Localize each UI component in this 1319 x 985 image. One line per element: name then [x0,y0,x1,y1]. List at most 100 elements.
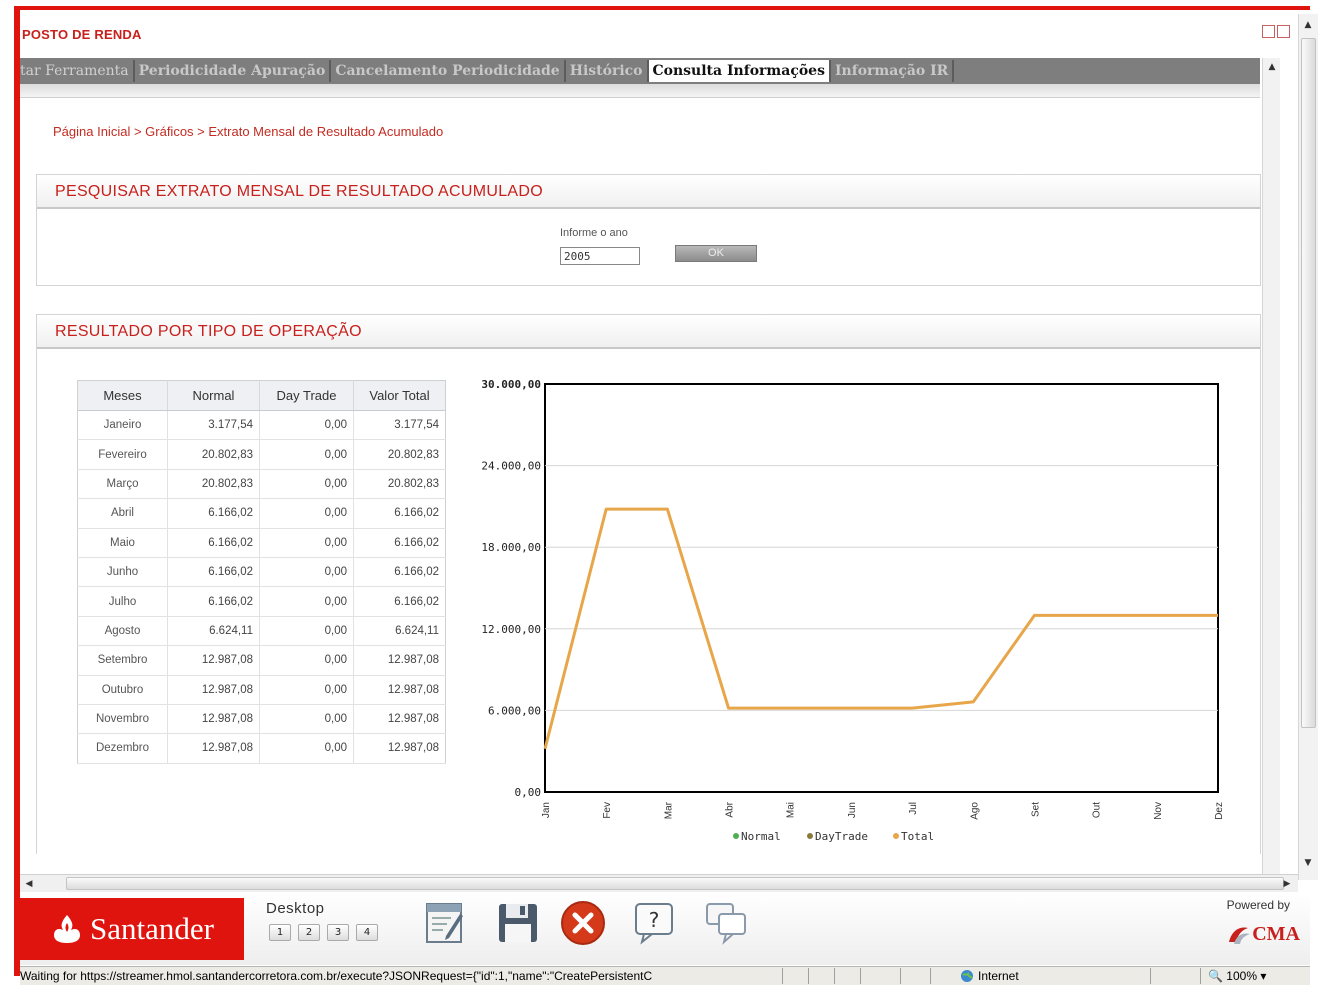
zone-label: Internet [978,969,1019,983]
status-divider [782,968,783,984]
status-bar: Waiting for https://streamer.hmol.santan… [20,966,1310,985]
tab-consulta-informacoes[interactable]: Consulta Informações [648,60,831,82]
tab-sub-band [20,84,1260,98]
table-row: Julho 6.166,02 0,00 6.166,02 [77,586,446,617]
x-tick-label: Set [1030,802,1041,817]
cma-text: CMA [1252,923,1300,945]
svg-text:?: ? [649,908,660,932]
status-divider [900,968,901,984]
value-cell: 12.987,08 [353,733,446,764]
close-icon[interactable] [560,900,606,946]
ok-button[interactable]: OK [675,245,757,262]
table-row: Novembro 12.987,08 0,00 12.987,08 [77,704,446,735]
status-text: Waiting for https://streamer.hmol.santan… [20,969,653,983]
outer-vertical-scrollbar[interactable]: ▲ ▼ [1298,14,1318,880]
column-header: Normal [167,380,260,411]
horizontal-scrollbar[interactable]: ◀ ▶ [20,874,1298,892]
app-window: POSTO DE RENDA tar Ferramenta Periodicida… [0,0,1319,985]
inner-vertical-scrollbar[interactable]: ▲ [1262,58,1280,874]
tab-bar: tar Ferramenta Periodicidade Apuração Canc… [20,58,1260,84]
table-row: Outubro 12.987,08 0,00 12.987,08 [77,675,446,705]
value-cell: 20.802,83 [167,469,260,500]
value-cell: 12.987,08 [167,704,260,735]
x-tick-label: Nov [1153,802,1164,820]
year-input[interactable] [560,247,640,265]
chevron-down-icon: ▾ [1260,969,1267,983]
value-cell: 0,00 [259,733,354,764]
title-bar: POSTO DE RENDA [20,22,1290,48]
tab-informacao-ir[interactable]: Informação IR [831,60,955,82]
value-cell: 6.624,11 [353,616,446,647]
legend-label: Total [901,830,934,843]
value-cell: 6.166,02 [353,586,446,617]
help-icon[interactable]: ? [632,900,678,946]
close-window-button[interactable] [1277,25,1290,38]
x-tick-label: Ago [969,802,980,820]
x-tick-label: Jul [908,802,919,815]
restore-button[interactable] [1262,25,1275,38]
table-row: Agosto 6.624,11 0,00 6.624,11 [77,616,446,647]
window-controls [1262,25,1290,38]
scroll-left-icon[interactable]: ◀ [22,877,36,891]
legend-marker [807,833,813,839]
y-tick-label: 0,00 [515,786,542,799]
breadcrumb[interactable]: Página Inicial > Gráficos > Extrato Mens… [53,124,443,139]
value-cell: 0,00 [259,410,354,441]
x-tick-label: Mar [663,801,674,819]
y-tick-label: 6.000,00 [488,704,541,717]
save-icon[interactable] [495,900,541,946]
value-cell: 0,00 [259,528,354,558]
scroll-thumb[interactable] [66,877,1284,890]
month-cell: Setembro [77,645,168,676]
status-divider [834,968,835,984]
santander-logo: Santander [20,898,244,960]
value-cell: 0,00 [259,469,354,500]
value-cell: 12.987,08 [167,733,260,764]
month-cell: Maio [77,528,168,558]
desktop-page-3[interactable]: 3 [327,924,349,941]
desktop-page-2[interactable]: 2 [298,924,320,941]
scroll-thumb[interactable] [1301,38,1316,728]
status-divider [860,968,861,984]
value-cell: 0,00 [259,439,354,470]
month-cell: Fevereiro [77,439,168,470]
zoom-control[interactable]: 🔍 100% ▾ [1208,969,1266,983]
table-row: Dezembro 12.987,08 0,00 12.987,08 [77,733,446,764]
status-divider [930,968,931,984]
value-cell: 12.987,08 [167,645,260,676]
table-body: Janeiro 3.177,54 0,00 3.177,54 Fevereiro 20.8… [77,410,446,764]
value-cell: 3.177,54 [167,410,260,441]
result-line-chart: 0,00 6.000,00 12.000,00 18.000,00 24.000,00 3… [481,378,1225,843]
month-cell: Abril [77,498,168,529]
table-row: Fevereiro 20.802,83 0,00 20.802,83 [77,439,446,470]
value-cell: 20.802,83 [353,439,446,470]
value-cell: 0,00 [259,675,354,705]
scroll-up-icon[interactable]: ▲ [1301,18,1315,32]
security-zone[interactable]: Internet [960,969,1019,983]
month-cell: Dezembro [77,733,168,764]
table-row: Setembro 12.987,08 0,00 12.987,08 [77,645,446,676]
tab-historico[interactable]: Histórico [566,60,649,82]
chat-icon[interactable] [704,900,750,946]
globe-icon [961,970,973,982]
desktop-page-4[interactable]: 4 [356,924,378,941]
tab-periodicidade-apuracao[interactable]: Periodicidade Apuração [135,60,332,82]
table-header-row: Meses Normal Day Trade Valor Total [77,380,446,411]
x-tick-label: Fev [602,802,613,819]
month-cell: Outubro [77,675,168,705]
y-tick-label: 12.000,00 [481,623,541,636]
value-cell: 0,00 [259,645,354,676]
desktop-page-1[interactable]: 1 [269,924,291,941]
scroll-right-icon[interactable]: ▶ [1280,877,1294,891]
notes-icon[interactable] [423,900,469,946]
table-row: Junho 6.166,02 0,00 6.166,02 [77,557,446,588]
month-cell: Março [77,469,168,500]
plot-area [544,383,1219,793]
value-cell: 6.166,02 [167,528,260,558]
tab-ferramenta[interactable]: tar Ferramenta [20,60,135,82]
footer-toolbar: Santander Desktop 1 2 3 4 ? Powered by C… [20,893,1310,965]
scroll-up-icon[interactable]: ▲ [1265,60,1279,74]
scroll-down-icon[interactable]: ▼ [1301,856,1315,870]
x-tick-label: Mai [786,802,797,818]
tab-cancelamento-periodicidade[interactable]: Cancelamento Periodicidade [331,60,566,82]
